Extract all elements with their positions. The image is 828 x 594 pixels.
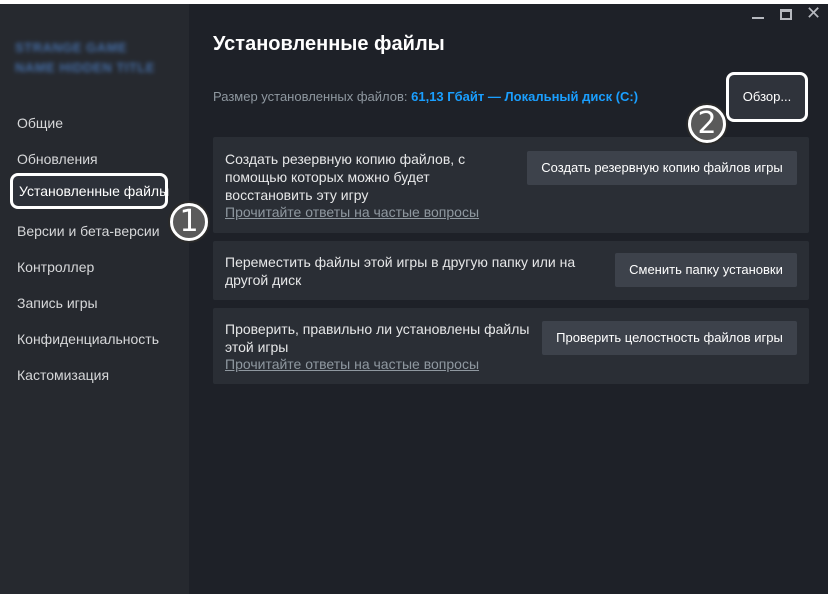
close-icon[interactable]: ✕ <box>806 4 821 22</box>
sidebar-item-general[interactable]: Общие <box>17 114 63 132</box>
size-label: Размер установленных файлов: <box>213 89 408 104</box>
page-title: Установленные файлы <box>213 33 445 55</box>
annotation-badge-1: 1 <box>170 203 208 241</box>
sidebar-item-privacy[interactable]: Конфиденциальность <box>17 330 159 348</box>
verify-button[interactable]: Проверить целостность файлов игры <box>542 321 797 355</box>
sidebar-item-game-recording[interactable]: Запись игры <box>17 294 98 312</box>
backup-faq-link[interactable]: Прочитайте ответы на частые вопросы <box>225 204 479 220</box>
verify-text-line-1: Проверить, правильно ли установлены файл… <box>225 321 530 337</box>
sidebar-item-installed-files[interactable]: Установленные файлы <box>10 173 169 209</box>
verify-text-line-2: этой игры <box>225 339 289 355</box>
size-value: 61,13 Гбайт <box>411 89 485 104</box>
move-text-line-1: Переместить файлы этой игры в другую пап… <box>225 254 576 270</box>
sidebar-item-betas[interactable]: Версии и бета-версии <box>17 222 160 240</box>
move-text-line-2: другой диск <box>225 272 302 288</box>
backup-card: Создать резервную копию файлов, с помощь… <box>213 137 809 233</box>
sidebar-item-customization[interactable]: Кастомизация <box>17 366 109 384</box>
minimize-icon[interactable] <box>752 17 764 19</box>
game-title-blurred: STRANGE GAME NAME HIDDEN TITLE <box>15 40 155 75</box>
change-folder-button[interactable]: Сменить папку установки <box>615 253 797 287</box>
installed-size-line: Размер установленных файлов: 61,13 Гбайт… <box>213 89 638 104</box>
backup-text-line-3: восстановить эту игру <box>225 187 369 203</box>
maximize-icon[interactable] <box>780 9 792 20</box>
size-separator: — <box>487 89 501 104</box>
sidebar-item-updates[interactable]: Обновления <box>17 150 98 168</box>
browse-button[interactable]: Обзор... <box>726 72 808 122</box>
backup-text-line-1: Создать резервную копию файлов, с <box>225 151 466 167</box>
verify-card: Проверить, правильно ли установлены файл… <box>213 308 809 384</box>
verify-faq-link[interactable]: Прочитайте ответы на частые вопросы <box>225 356 479 372</box>
sidebar-item-controller[interactable]: Контроллер <box>17 258 94 276</box>
annotation-badge-2: 2 <box>688 105 726 143</box>
move-card: Переместить файлы этой игры в другую пап… <box>213 241 809 300</box>
size-disk: Локальный диск (C:) <box>504 89 639 104</box>
backup-text-line-2: помощью которых можно будет <box>225 169 430 185</box>
backup-button[interactable]: Создать резервную копию файлов игры <box>527 151 797 185</box>
